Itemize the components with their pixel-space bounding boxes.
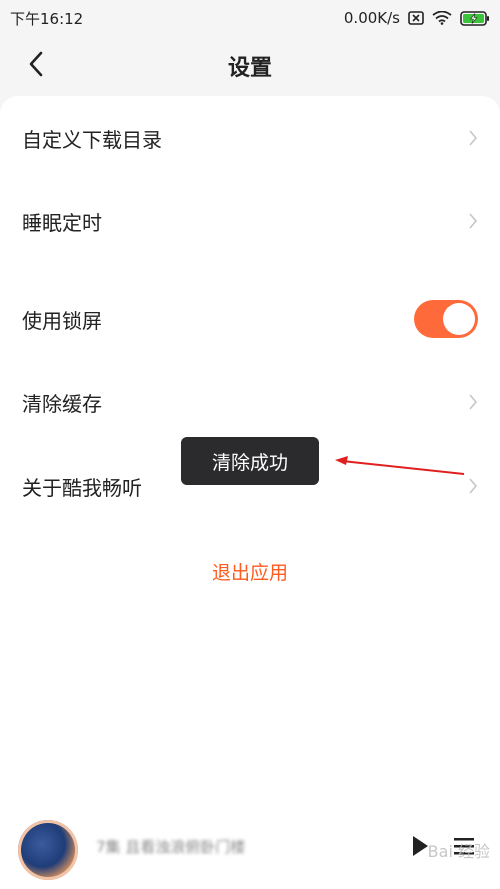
battery-charging-icon — [460, 10, 490, 26]
toast-message: 清除成功 — [211, 451, 288, 474]
lock-screen-toggle[interactable] — [414, 300, 478, 338]
watermark: Bai 经验 — [427, 842, 490, 861]
wifi-icon — [432, 11, 452, 25]
status-icons: 0.00K/s — [344, 9, 490, 27]
mini-player[interactable]: 7集 且看浊浪俯卧门楼 Bai 经验 — [0, 810, 500, 889]
nav-bar: 设置 — [0, 36, 500, 96]
exit-app-button[interactable]: 退出应用 — [0, 558, 500, 585]
setting-label: 使用锁屏 — [22, 308, 102, 333]
setting-sleep-timer[interactable]: 睡眠定时 — [0, 191, 500, 251]
network-speed: 0.00K/s — [343, 9, 400, 27]
setting-clear-cache[interactable]: 清除缓存 — [0, 372, 500, 432]
toast: 清除成功 — [181, 437, 319, 485]
track-title: 7集 且看浊浪俯卧门楼 — [96, 838, 246, 856]
setting-label: 自定义下载目录 — [22, 127, 162, 152]
setting-label: 睡眠定时 — [22, 210, 102, 235]
annotation-arrow — [330, 448, 470, 484]
setting-label: 清除缓存 — [22, 391, 102, 416]
setting-custom-download-dir[interactable]: 自定义下载目录 — [0, 108, 500, 168]
sim-x-icon — [408, 11, 424, 25]
chevron-right-icon — [468, 129, 478, 147]
chevron-right-icon — [468, 393, 478, 411]
page-title: 设置 — [227, 56, 272, 81]
status-bar: 下午16:12 0.00K/s — [0, 0, 500, 36]
toggle-knob — [443, 303, 475, 335]
setting-label: 关于酷我畅听 — [22, 475, 142, 500]
status-time: 下午16:12 — [10, 9, 84, 28]
settings-list: 自定义下载目录 睡眠定时 使用锁屏 清除缓存 关于酷我畅听 退出应用 — [0, 96, 500, 889]
album-art[interactable] — [18, 820, 78, 880]
setting-lock-screen: 使用锁屏 — [0, 289, 500, 349]
chevron-right-icon — [468, 212, 478, 230]
